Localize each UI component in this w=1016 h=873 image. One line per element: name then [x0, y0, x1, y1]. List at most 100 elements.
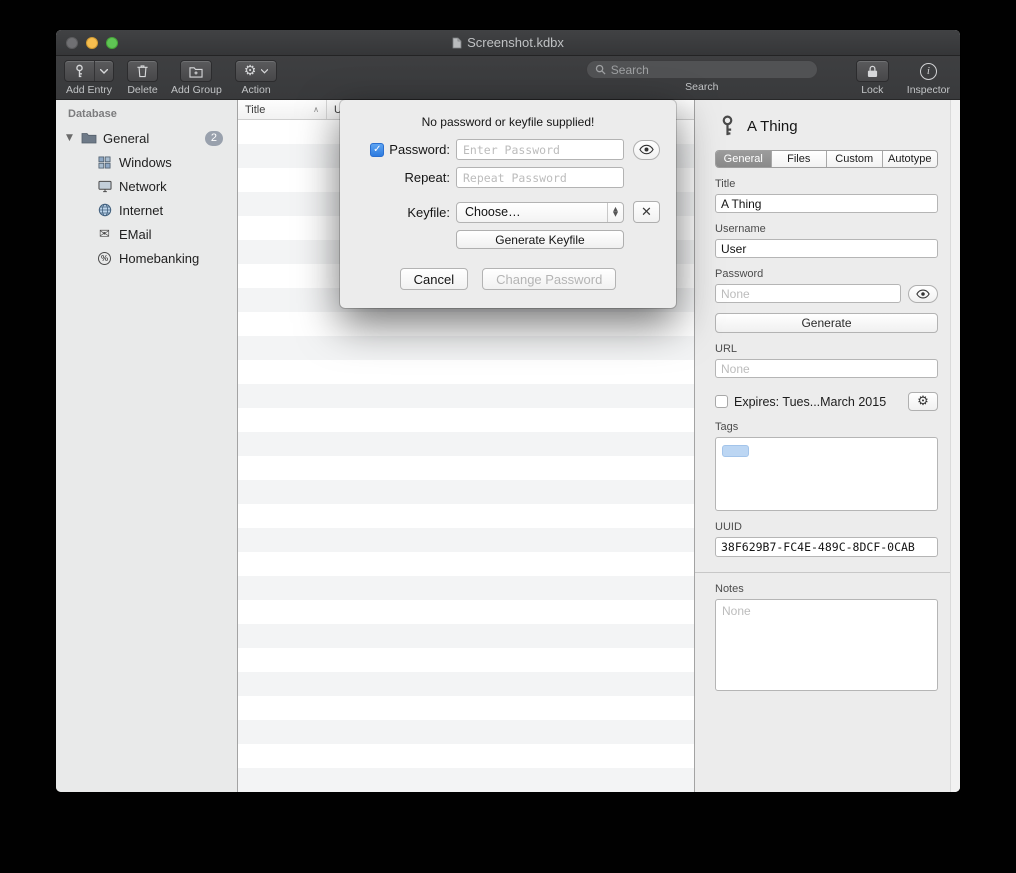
- tab-general[interactable]: General: [716, 151, 771, 167]
- inspector-label: Inspector: [907, 84, 950, 96]
- column-title-label: Title: [245, 104, 265, 116]
- search-label: Search: [685, 81, 718, 93]
- generate-keyfile-row: Generate Keyfile: [356, 230, 660, 249]
- entry-title: A Thing: [747, 118, 798, 135]
- title-field[interactable]: [715, 194, 938, 213]
- sidebar-item-label: Homebanking: [119, 251, 199, 266]
- document-icon: [452, 37, 462, 49]
- sidebar-section-header: Database: [56, 108, 237, 126]
- folder-icon: [80, 132, 97, 144]
- toolbar-inspector: i Inspector: [907, 60, 950, 96]
- generate-password-button[interactable]: Generate: [715, 313, 938, 333]
- change-password-button[interactable]: Change Password: [482, 268, 616, 290]
- desktop-background: Screenshot.kdbx Add Entry: [0, 0, 1016, 873]
- sidebar-item-label: EMail: [119, 227, 152, 242]
- tags-label: Tags: [715, 421, 938, 433]
- add-entry-button[interactable]: [64, 60, 114, 82]
- sidebar-item-label: Windows: [119, 155, 172, 170]
- uuid-label: UUID: [715, 521, 938, 533]
- add-group-label: Add Group: [171, 84, 222, 96]
- popup-stepper-icon: ▲▼: [607, 203, 623, 222]
- expires-settings-button[interactable]: ⚙: [908, 392, 938, 411]
- sidebar-item-internet[interactable]: Internet: [56, 198, 237, 222]
- repeat-label: Repeat:: [356, 170, 450, 185]
- sidebar: Database ▼ General 2 Windows: [56, 100, 237, 792]
- clear-keyfile-button[interactable]: ✕: [633, 201, 660, 223]
- toolbar-delete: Delete: [127, 60, 158, 96]
- folder-plus-icon: [189, 65, 203, 78]
- sidebar-item-homebanking[interactable]: % Homebanking: [56, 246, 237, 270]
- tab-autotype[interactable]: Autotype: [882, 151, 938, 167]
- traffic-lights: [66, 37, 118, 49]
- sidebar-item-network[interactable]: Network: [56, 174, 237, 198]
- toolbar-search: Search: [586, 60, 818, 93]
- lock-button[interactable]: [856, 60, 889, 82]
- action-label: Action: [241, 84, 270, 96]
- disclosure-triangle-icon[interactable]: ▼: [66, 133, 80, 143]
- toolbar-add-entry: Add Entry: [64, 60, 114, 96]
- sidebar-item-general[interactable]: ▼ General 2: [56, 126, 237, 150]
- password-field[interactable]: [715, 284, 901, 303]
- close-button[interactable]: [66, 37, 78, 49]
- delete-button[interactable]: [127, 60, 158, 82]
- search-icon: [595, 64, 606, 75]
- tab-custom[interactable]: Custom: [826, 151, 882, 167]
- reveal-password-button[interactable]: [908, 285, 938, 303]
- envelope-icon: ✉: [96, 228, 113, 241]
- url-field[interactable]: [715, 359, 938, 378]
- percent-coin-icon: %: [96, 252, 113, 265]
- toolbar-add-group: Add Group: [171, 60, 222, 96]
- dialog-message: No password or keyfile supplied!: [340, 115, 676, 129]
- zoom-button[interactable]: [106, 37, 118, 49]
- sidebar-item-label: General: [103, 131, 149, 146]
- sidebar-item-windows[interactable]: Windows: [56, 150, 237, 174]
- tag-token[interactable]: [722, 445, 749, 457]
- repeat-row: Repeat:: [356, 167, 660, 188]
- trash-icon: [136, 64, 149, 78]
- password-label-group: ✓ Password:: [356, 142, 450, 157]
- action-button[interactable]: ⚙: [235, 60, 278, 82]
- keyfile-popup[interactable]: Choose… ▲▼: [456, 202, 624, 223]
- cancel-button[interactable]: Cancel: [400, 268, 468, 290]
- monitor-icon: [96, 180, 113, 193]
- add-group-button[interactable]: [180, 60, 212, 82]
- notes-field[interactable]: None: [715, 599, 938, 691]
- lock-label: Lock: [861, 84, 883, 96]
- window-title: Screenshot.kdbx: [467, 35, 564, 50]
- expires-checkbox[interactable]: [715, 395, 728, 408]
- generate-keyfile-button[interactable]: Generate Keyfile: [456, 230, 624, 249]
- entry-key-icon: [719, 115, 736, 137]
- delete-label: Delete: [127, 84, 157, 96]
- info-icon: i: [920, 63, 937, 80]
- title-field-label: Title: [715, 178, 938, 190]
- dialog-buttons: Cancel Change Password: [340, 268, 676, 290]
- reveal-password-button[interactable]: [633, 140, 660, 160]
- password-row: [715, 284, 938, 303]
- keyfile-label: Keyfile:: [356, 205, 450, 220]
- enter-password-input[interactable]: [456, 139, 624, 160]
- uuid-field[interactable]: [715, 537, 938, 557]
- password-checkbox[interactable]: ✓: [370, 143, 384, 157]
- globe-icon: [96, 203, 113, 217]
- username-field[interactable]: [715, 239, 938, 258]
- inspector-content: A Thing General Files Custom Autotype Ti…: [695, 100, 950, 792]
- password-row: ✓ Password:: [356, 139, 660, 160]
- add-entry-dropdown[interactable]: [94, 61, 113, 81]
- inspector-button[interactable]: i: [920, 60, 937, 82]
- tab-files[interactable]: Files: [771, 151, 827, 167]
- sidebar-item-email[interactable]: ✉ EMail: [56, 222, 237, 246]
- sort-ascending-icon: ∧: [313, 105, 319, 114]
- column-header-title[interactable]: Title ∧: [238, 100, 326, 119]
- tags-box[interactable]: [715, 437, 938, 511]
- search-input[interactable]: [611, 63, 809, 77]
- search-field[interactable]: [586, 60, 818, 79]
- windows-icon: [96, 156, 113, 169]
- chevron-down-icon: [261, 69, 268, 74]
- lock-icon: [867, 65, 878, 78]
- minimize-button[interactable]: [86, 37, 98, 49]
- repeat-password-input[interactable]: [456, 167, 624, 188]
- inspector-scrollbar[interactable]: [950, 100, 960, 792]
- inspector-tabs: General Files Custom Autotype: [715, 150, 938, 168]
- username-field-label: Username: [715, 223, 938, 235]
- url-field-label: URL: [715, 343, 938, 355]
